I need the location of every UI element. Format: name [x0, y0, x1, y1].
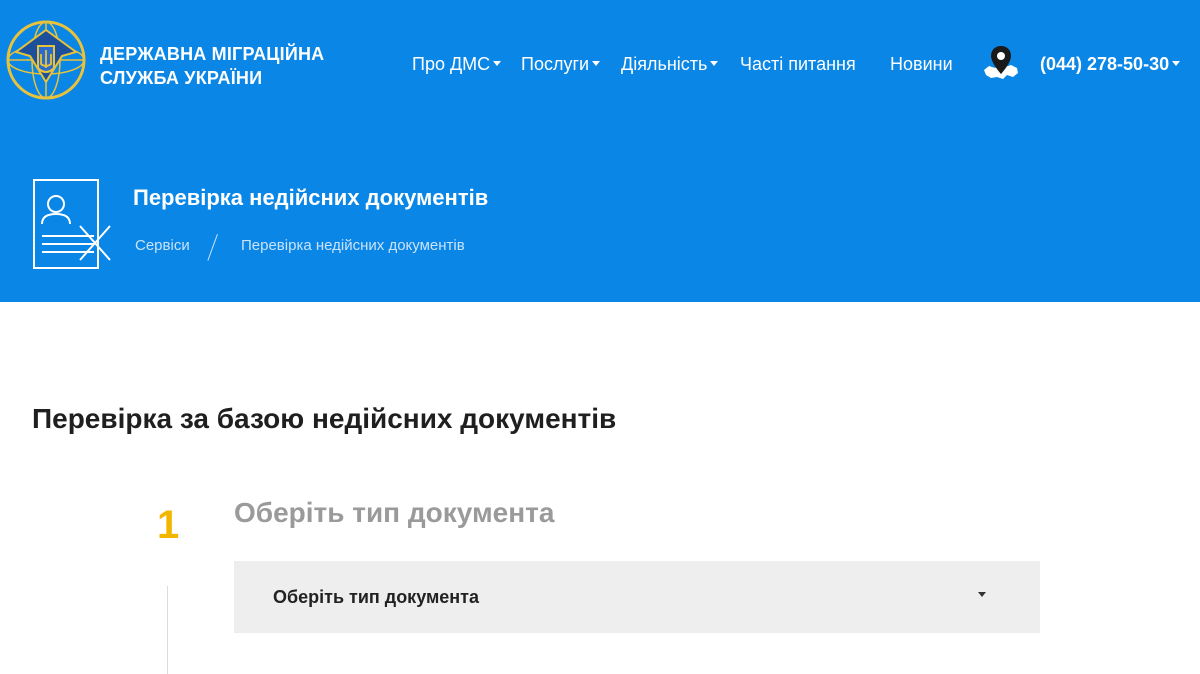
nav-item-label: Часті питання — [740, 54, 856, 74]
chevron-down-icon — [493, 60, 502, 66]
nav-item-faq[interactable]: Часті питання — [740, 52, 856, 76]
nav-item-news[interactable]: Новини — [890, 52, 953, 76]
phone-number: (044) 278-50-30 — [1040, 54, 1170, 74]
step-number: 1 — [157, 503, 180, 547]
page-title: Перевірка недійсних документів — [133, 185, 489, 210]
nav-item-activity[interactable]: Діяльність — [621, 52, 719, 76]
org-name-line-2: СЛУЖБА УКРАЇНИ — [100, 68, 263, 88]
nav-item-about[interactable]: Про ДМС — [412, 52, 502, 76]
document-type-select-value: Оберіть тип документа — [273, 587, 479, 607]
nav-item-label: Послуги — [521, 54, 590, 74]
phone-link[interactable]: (044) 278-50-30 — [1040, 52, 1181, 76]
chevron-down-icon — [710, 60, 719, 66]
org-name[interactable]: ДЕРЖАВНА МІГРАЦІЙНА СЛУЖБА УКРАЇНИ — [100, 42, 360, 90]
ukraine-map-pin-icon[interactable] — [981, 44, 1021, 84]
nav-item-services[interactable]: Послуги — [521, 52, 601, 76]
chevron-down-icon — [978, 592, 986, 597]
chevron-down-icon — [592, 60, 601, 66]
chevron-down-icon — [1172, 60, 1181, 66]
nav-item-label: Новини — [890, 54, 953, 74]
invalid-document-icon — [33, 179, 111, 269]
site-header: ДЕРЖАВНА МІГРАЦІЙНА СЛУЖБА УКРАЇНИ Про Д… — [0, 0, 1200, 302]
step-connector-line — [167, 586, 168, 674]
dms-emblem-icon[interactable] — [2, 12, 94, 104]
nav-item-label: Діяльність — [621, 54, 708, 74]
breadcrumb-current: Перевірка недійсних документів — [241, 237, 465, 254]
step-title: Оберіть тип документа — [234, 497, 555, 528]
nav-item-label: Про ДМС — [412, 54, 491, 74]
breadcrumb-services-link[interactable]: Сервіси — [135, 234, 190, 258]
section-title: Перевірка за базою недійсних документів — [32, 403, 617, 434]
document-type-select[interactable]: Оберіть тип документа — [234, 561, 1040, 633]
breadcrumb-separator — [207, 234, 218, 261]
org-name-line-1: ДЕРЖАВНА МІГРАЦІЙНА — [100, 44, 325, 64]
